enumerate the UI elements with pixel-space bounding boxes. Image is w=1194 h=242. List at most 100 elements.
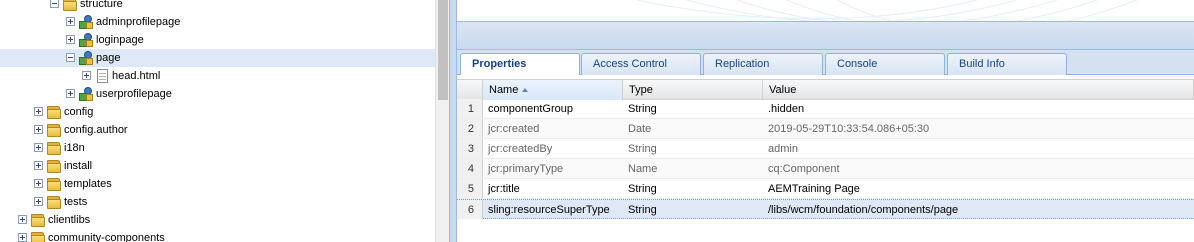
property-row[interactable]: 1 componentGroup String .hidden xyxy=(457,99,1194,119)
tab-build-info[interactable]: Build Info xyxy=(947,53,1067,75)
tree-node-label: install xyxy=(64,160,93,172)
expand-icon[interactable] xyxy=(34,179,43,188)
expand-icon[interactable] xyxy=(34,107,43,116)
grid-header: Name Type Value xyxy=(457,79,1194,100)
panel-splitter[interactable] xyxy=(449,0,457,242)
property-name[interactable]: jcr:createdBy xyxy=(483,139,623,159)
row-number: 2 xyxy=(457,119,483,138)
tree-node[interactable]: structure xyxy=(0,0,435,13)
property-row[interactable]: 2 jcr:created Date 2019-05-29T10:33:54.086+… xyxy=(457,119,1194,139)
component-icon xyxy=(78,50,94,66)
property-name[interactable]: jcr:title xyxy=(483,179,623,199)
property-value[interactable]: admin xyxy=(763,139,1183,159)
collapse-icon[interactable] xyxy=(66,53,75,62)
expand-icon[interactable] xyxy=(66,89,75,98)
component-icon xyxy=(78,14,94,30)
properties-grid: Name Type Value 1 componentGroup String .hi… xyxy=(457,75,1194,242)
sort-ascending-icon xyxy=(522,88,529,92)
tree-node[interactable]: config xyxy=(0,103,435,121)
repository-tree: structure adminprofilepage loginpage page he… xyxy=(0,0,435,242)
property-value[interactable]: 2019-05-29T10:33:54.086+05:30 xyxy=(763,119,1183,139)
column-header-name-label: Name xyxy=(489,84,519,96)
component-icon xyxy=(78,86,94,102)
editor-area xyxy=(457,0,1194,22)
folder-icon xyxy=(46,140,62,156)
tree-scrollbar-thumb[interactable] xyxy=(438,0,448,100)
tree-node[interactable]: i18n xyxy=(0,139,435,157)
property-value[interactable]: .hidden xyxy=(763,99,1183,119)
folder-icon xyxy=(46,104,62,120)
tab-replication[interactable]: Replication xyxy=(703,53,823,75)
expand-icon[interactable] xyxy=(18,215,27,224)
row-number-header xyxy=(457,80,483,100)
expand-icon[interactable] xyxy=(34,161,43,170)
background-pattern xyxy=(636,0,1138,21)
property-type[interactable]: String xyxy=(623,139,763,159)
tree-node-label: i18n xyxy=(64,142,85,154)
folder-icon xyxy=(30,230,46,242)
tree-node-label: config.author xyxy=(64,124,128,136)
folder-icon xyxy=(62,0,78,12)
tree-node[interactable]: install xyxy=(0,157,435,175)
tree-node-label: clientlibs xyxy=(48,214,91,226)
tree-node[interactable]: config.author xyxy=(0,121,435,139)
row-number: 4 xyxy=(457,159,483,178)
tree-node[interactable]: loginpage xyxy=(0,31,435,49)
property-type[interactable]: Date xyxy=(623,119,763,139)
folder-icon xyxy=(46,122,62,138)
expand-icon[interactable] xyxy=(18,233,27,242)
property-row[interactable]: 3 jcr:createdBy String admin xyxy=(457,139,1194,159)
column-header-type[interactable]: Type xyxy=(623,80,763,100)
tab-strip: Properties Access Control Replication Co… xyxy=(457,50,1194,76)
expand-icon[interactable] xyxy=(82,71,91,80)
tab-access-control[interactable]: Access Control xyxy=(581,53,701,75)
property-row[interactable]: 6 sling:resourceSuperType String/libs/wcm/… xyxy=(457,199,1194,219)
folder-icon xyxy=(46,194,62,210)
row-number: 6 xyxy=(457,200,483,219)
tree-node[interactable]: community-components xyxy=(0,229,435,242)
tree-scrollbar[interactable] xyxy=(435,0,449,242)
property-value[interactable]: cq:Component xyxy=(763,159,1183,179)
column-header-value[interactable]: Value xyxy=(763,80,1194,100)
property-name[interactable]: componentGroup xyxy=(483,99,623,119)
property-type[interactable]: String xyxy=(623,99,763,119)
column-header-name[interactable]: Name xyxy=(483,80,623,100)
expand-icon[interactable] xyxy=(34,125,43,134)
row-number: 3 xyxy=(457,139,483,158)
property-name[interactable]: jcr:created xyxy=(483,119,623,139)
property-type[interactable]: String xyxy=(623,179,763,199)
expand-icon[interactable] xyxy=(66,35,75,44)
tree-node[interactable]: tests xyxy=(0,193,435,211)
folder-icon xyxy=(46,176,62,192)
tree-node[interactable]: adminprofilepage xyxy=(0,13,435,31)
property-type[interactable]: String xyxy=(623,200,763,220)
collapse-icon[interactable] xyxy=(50,0,59,8)
tab-console[interactable]: Console xyxy=(825,53,945,75)
tab-properties[interactable]: Properties xyxy=(460,53,580,76)
expand-icon[interactable] xyxy=(34,197,43,206)
tree-node-label: community-components xyxy=(48,232,165,242)
property-row[interactable]: 4 jcr:primaryType Name cq:Component xyxy=(457,159,1194,179)
expand-icon[interactable] xyxy=(66,17,75,26)
tree-node[interactable]: page xyxy=(0,49,435,67)
expand-icon[interactable] xyxy=(34,143,43,152)
property-row[interactable]: 5 jcr:title String AEMTraining Page xyxy=(457,179,1194,199)
folder-icon xyxy=(30,212,46,228)
property-value[interactable]: AEMTraining Page xyxy=(763,179,1183,199)
tree-node[interactable]: templates xyxy=(0,175,435,193)
tree-node[interactable]: head.html xyxy=(0,67,435,85)
property-type[interactable]: Name xyxy=(623,159,763,179)
file-icon xyxy=(94,68,110,84)
property-name[interactable]: jcr:primaryType xyxy=(483,159,623,179)
tree-node[interactable]: userprofilepage xyxy=(0,85,435,103)
tree-node-label: loginpage xyxy=(96,34,144,46)
folder-icon xyxy=(46,158,62,174)
row-number: 1 xyxy=(457,99,483,118)
property-name[interactable]: sling:resourceSuperType xyxy=(483,200,623,220)
tree-node-label: config xyxy=(64,106,94,118)
tree-node-label: templates xyxy=(64,178,112,190)
toolbar-band xyxy=(457,22,1194,50)
tree-node-label: tests xyxy=(64,196,88,208)
property-value[interactable]: /libs/wcm/foundation/components/page xyxy=(763,200,1183,220)
tree-node[interactable]: clientlibs xyxy=(0,211,435,229)
